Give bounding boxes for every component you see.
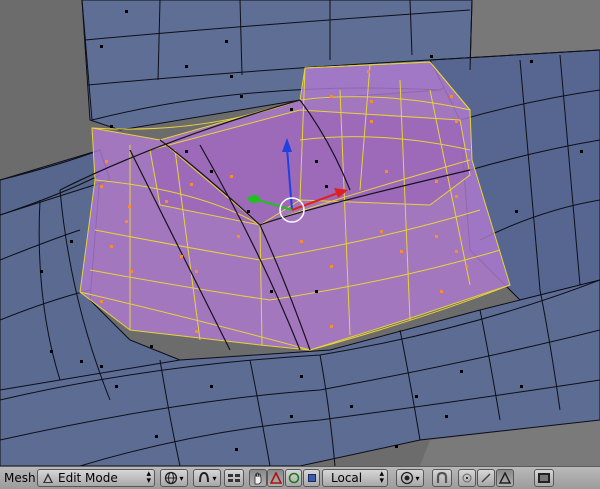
layer-toggle-button[interactable]	[224, 469, 244, 487]
sphere-draw-type-icon	[164, 471, 178, 485]
triangle-mode-icon	[42, 472, 54, 484]
snap-toggle[interactable]	[432, 469, 452, 487]
draw-type-select[interactable]: ▾	[160, 469, 188, 487]
mode-select[interactable]: Edit Mode ▴ ▾	[37, 469, 155, 487]
proportional-edit-select[interactable]: ▾	[396, 469, 424, 487]
select-arrows-icon: ▾	[179, 473, 184, 483]
translate-triangle-icon	[269, 472, 282, 484]
3d-viewport[interactable]	[0, 0, 600, 466]
snap-magnet-icon	[435, 471, 449, 485]
orientation-select-value: Local	[331, 471, 363, 485]
rotate-circle-icon	[288, 472, 300, 484]
vertex-select-mode-button[interactable]	[458, 469, 476, 487]
mesh-menu[interactable]: Mesh	[4, 471, 36, 485]
face-select-icon	[499, 472, 511, 484]
rotate-manipulator-button[interactable]	[285, 469, 302, 487]
layer-toggle-icon	[227, 473, 241, 483]
hand-manipulator-icon	[251, 471, 265, 485]
edge-select-icon	[480, 472, 492, 484]
viewport-canvas[interactable]	[0, 0, 600, 466]
blender-window: Mesh Edit Mode ▴ ▾ ▾ ▾ Local ▴ ▾ ▾	[0, 0, 600, 489]
manipulator-toggle[interactable]	[249, 469, 267, 487]
vertex-select-icon	[461, 472, 473, 484]
face-select-mode-button[interactable]	[496, 469, 514, 487]
scale-square-icon	[307, 473, 317, 483]
render-button[interactable]	[534, 469, 554, 487]
mode-select-value: Edit Mode	[58, 471, 118, 485]
select-arrows-icon: ▴ ▾	[379, 469, 384, 486]
edge-select-mode-button[interactable]	[477, 469, 495, 487]
translate-manipulator-button[interactable]	[267, 469, 284, 487]
render-icon	[537, 472, 551, 484]
pivot-point-icon	[197, 471, 211, 485]
3d-view-header: Mesh Edit Mode ▴ ▾ ▾ ▾ Local ▴ ▾ ▾	[0, 466, 600, 489]
select-arrows-icon: ▾	[415, 473, 420, 483]
y-axis-arrow-icon[interactable]	[248, 195, 260, 203]
scale-manipulator-button[interactable]	[303, 469, 320, 487]
select-arrows-icon: ▴ ▾	[146, 469, 151, 486]
select-arrows-icon: ▾	[212, 473, 217, 483]
orientation-select[interactable]: Local ▴ ▾	[322, 469, 388, 487]
pivot-select[interactable]: ▾	[193, 469, 221, 487]
proportional-edit-icon	[400, 471, 414, 485]
